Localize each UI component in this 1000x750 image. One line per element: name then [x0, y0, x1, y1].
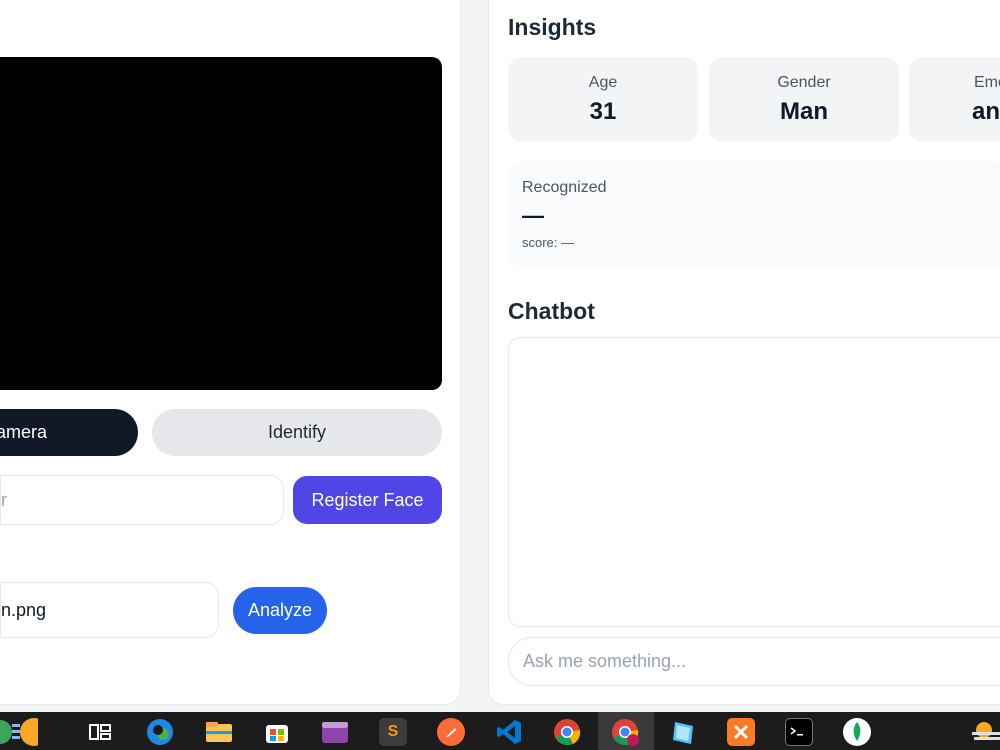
- chat-input-placeholder: Ask me something...: [523, 651, 687, 671]
- app-window: amera Identify r Register Face n.png Ana…: [0, 0, 1000, 712]
- camera-video-feed: [0, 57, 442, 390]
- file-input[interactable]: n.png: [0, 582, 219, 638]
- mongodb-icon[interactable]: [843, 718, 871, 746]
- stat-emotion-value: an: [972, 98, 1000, 125]
- stat-age-label: Age: [588, 74, 618, 91]
- register-face-button-label: Register Face: [311, 489, 424, 510]
- vscode-icon[interactable]: [495, 718, 523, 746]
- windows-taskbar: S: [0, 712, 1000, 750]
- insights-title: Insights: [508, 14, 597, 40]
- edge-icon[interactable]: [146, 718, 174, 746]
- stat-gender-label: Gender: [777, 74, 831, 91]
- stat-gender-value: Man: [780, 98, 828, 125]
- camera-button-label: amera: [0, 422, 47, 442]
- identify-button-label: Identify: [267, 422, 327, 442]
- register-face-button[interactable]: Register Face: [293, 476, 442, 524]
- recognized-label: Recognized: [522, 179, 607, 196]
- camera-button[interactable]: amera: [0, 409, 138, 456]
- chat-messages-area[interactable]: [508, 337, 1000, 627]
- stat-age-value: 31: [589, 98, 617, 125]
- chatbot-title: Chatbot: [508, 298, 595, 324]
- terminal-icon[interactable]: [785, 718, 813, 746]
- recognized-score: score: —: [522, 235, 575, 250]
- chrome-profile-icon[interactable]: [611, 718, 639, 746]
- app-icon[interactable]: [669, 718, 697, 746]
- file-explorer-icon[interactable]: [205, 718, 233, 746]
- chrome-icon[interactable]: [553, 718, 581, 746]
- recognized-name: —: [522, 203, 544, 228]
- stat-emotion-label: Emo: [974, 74, 1000, 91]
- task-view-icon[interactable]: [86, 718, 114, 746]
- chat-input[interactable]: Ask me something...: [508, 637, 1000, 686]
- windows-partial-icon[interactable]: [0, 718, 38, 746]
- clipchamp-icon[interactable]: [321, 718, 349, 746]
- stat-emotion: Emo an: [909, 57, 1000, 142]
- store-icon[interactable]: [263, 718, 291, 746]
- analyze-button[interactable]: Analyze: [233, 587, 327, 634]
- analyze-button-label: Analyze: [247, 600, 313, 620]
- recognized-panel: Recognized — score: —: [508, 161, 1000, 266]
- stat-gender: Gender Man: [709, 57, 899, 142]
- weather-icon[interactable]: [968, 718, 1000, 746]
- postman-icon[interactable]: [437, 718, 465, 746]
- name-input-text: r: [1, 489, 7, 510]
- file-input-text: n.png: [1, 599, 47, 620]
- name-input[interactable]: r: [0, 475, 284, 525]
- identify-button[interactable]: Identify: [152, 409, 442, 456]
- sublime-text-icon[interactable]: S: [379, 718, 407, 746]
- stat-age: Age 31: [508, 57, 698, 142]
- xampp-icon[interactable]: [727, 718, 755, 746]
